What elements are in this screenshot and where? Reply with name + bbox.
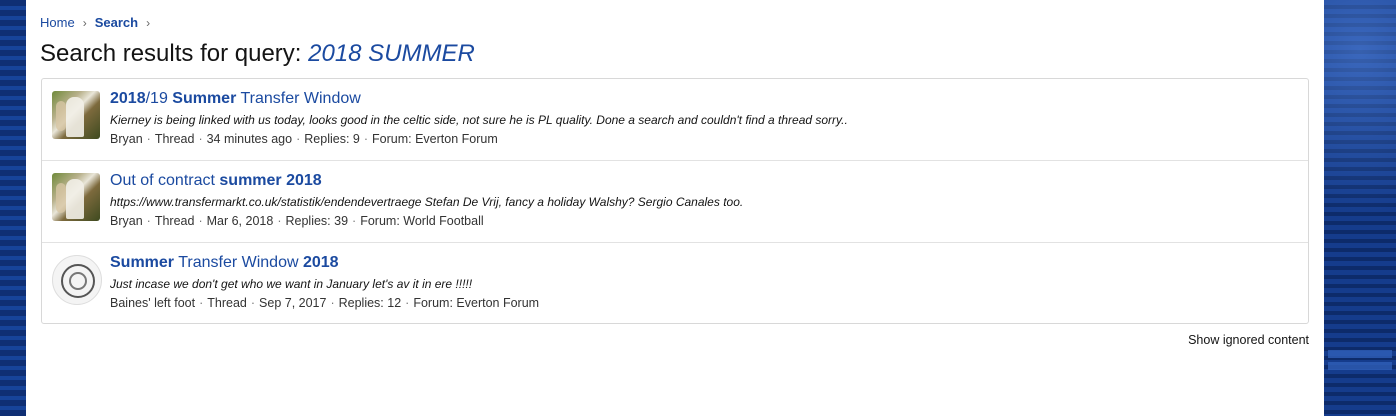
- result-forum: Forum: Everton Forum: [372, 132, 498, 146]
- result-date: 34 minutes ago: [206, 132, 293, 146]
- title-part: 2018: [302, 254, 339, 271]
- separator-dot: ·: [199, 296, 204, 310]
- breadcrumb-home[interactable]: Home: [40, 15, 75, 30]
- results-list: 2018/19 Summer Transfer Window Kierney is…: [41, 78, 1309, 324]
- result-author-link[interactable]: Bryan: [110, 132, 143, 146]
- result-meta: Bryan · Thread · 34 minutes ago · Replies: 9 · F…: [110, 131, 1298, 147]
- chevron-right-icon: ›: [82, 15, 87, 30]
- result-type: Thread: [207, 296, 247, 310]
- avatar[interactable]: [52, 255, 102, 305]
- separator-dot: ·: [146, 132, 151, 146]
- separator-dot: ·: [250, 296, 256, 310]
- result-type: Thread: [154, 132, 195, 146]
- result-snippet: Kierney is being linked with us today, l…: [110, 113, 848, 127]
- query-link[interactable]: 2018 SUMMER: [308, 40, 475, 67]
- result-title-link[interactable]: Out of contract summer 2018: [110, 171, 1298, 191]
- separator-dot: ·: [352, 214, 357, 228]
- result-meta: Baines' left foot · Thread · Sep 7, 2017 · Rep…: [110, 295, 1298, 311]
- separator-dot: ·: [405, 296, 410, 310]
- right-background: [1324, 0, 1396, 416]
- result-forum: Forum: World Football: [360, 214, 484, 228]
- result-author-link[interactable]: Bryan: [110, 214, 143, 228]
- title-part: Summer: [110, 254, 175, 271]
- result-content: 2018/19 Summer Transfer Window Kierney is…: [110, 89, 1298, 147]
- show-ignored-content-link[interactable]: Show ignored content: [1188, 333, 1309, 347]
- result-author-link[interactable]: Baines' left foot: [110, 296, 195, 310]
- result-date: Sep 7, 2017: [259, 296, 327, 310]
- title-part: Out of contract: [110, 172, 220, 189]
- left-background: [0, 0, 26, 416]
- page-title: Search results for query: 2018 SUMMER: [40, 40, 475, 68]
- separator-dot: ·: [296, 132, 301, 146]
- result-replies: Replies: 12: [338, 296, 402, 310]
- separator-dot: ·: [146, 214, 151, 228]
- title-part: 2018: [110, 90, 146, 107]
- result-snippet: https://www.transfermarkt.co.uk/statisti…: [110, 195, 744, 209]
- result-item: Summer Transfer Window 2018 Just incase w…: [42, 243, 1308, 324]
- separator-dot: ·: [277, 214, 282, 228]
- separator-dot: ·: [363, 132, 369, 146]
- stadium-banner: [1328, 350, 1392, 358]
- result-title-link[interactable]: 2018/19 Summer Transfer Window: [110, 89, 1298, 109]
- separator-dot: ·: [198, 214, 203, 228]
- title-part: 2018: [286, 172, 322, 189]
- result-meta: Bryan · Thread · Mar 6, 2018 · Replies: 39 · For…: [110, 213, 1298, 229]
- result-item: 2018/19 Summer Transfer Window Kierney is…: [42, 79, 1308, 161]
- result-content: Summer Transfer Window 2018 Just incase w…: [110, 253, 1298, 311]
- result-item: Out of contract summer 2018 https://www.t…: [42, 161, 1308, 243]
- result-forum: Forum: Everton Forum: [413, 296, 540, 310]
- title-part: Transfer Window: [174, 254, 303, 271]
- title-prefix: Search results for query:: [40, 40, 302, 67]
- result-snippet: Just incase we don't get who we want in …: [110, 277, 473, 291]
- title-part: Transfer Window: [236, 90, 361, 107]
- stadium-banner: [1328, 362, 1392, 370]
- breadcrumb: Home › Search ›: [40, 15, 158, 30]
- result-replies: Replies: 39: [285, 214, 349, 228]
- title-part: summer: [219, 172, 282, 189]
- title-part: /19: [145, 90, 173, 107]
- separator-dot: ·: [198, 132, 203, 146]
- chevron-right-icon: ›: [146, 15, 151, 30]
- result-content: Out of contract summer 2018 https://www.t…: [110, 171, 1298, 229]
- avatar[interactable]: [52, 91, 100, 139]
- main-content: Home › Search › Search results for query…: [26, 0, 1324, 416]
- separator-dot: ·: [330, 296, 335, 310]
- title-part: Summer: [172, 90, 237, 107]
- result-title-link[interactable]: Summer Transfer Window 2018: [110, 253, 1298, 273]
- breadcrumb-search[interactable]: Search: [95, 15, 138, 30]
- result-type: Thread: [154, 214, 195, 228]
- result-replies: Replies: 9: [304, 132, 360, 146]
- result-date: Mar 6, 2018: [206, 214, 274, 228]
- avatar[interactable]: [52, 173, 100, 221]
